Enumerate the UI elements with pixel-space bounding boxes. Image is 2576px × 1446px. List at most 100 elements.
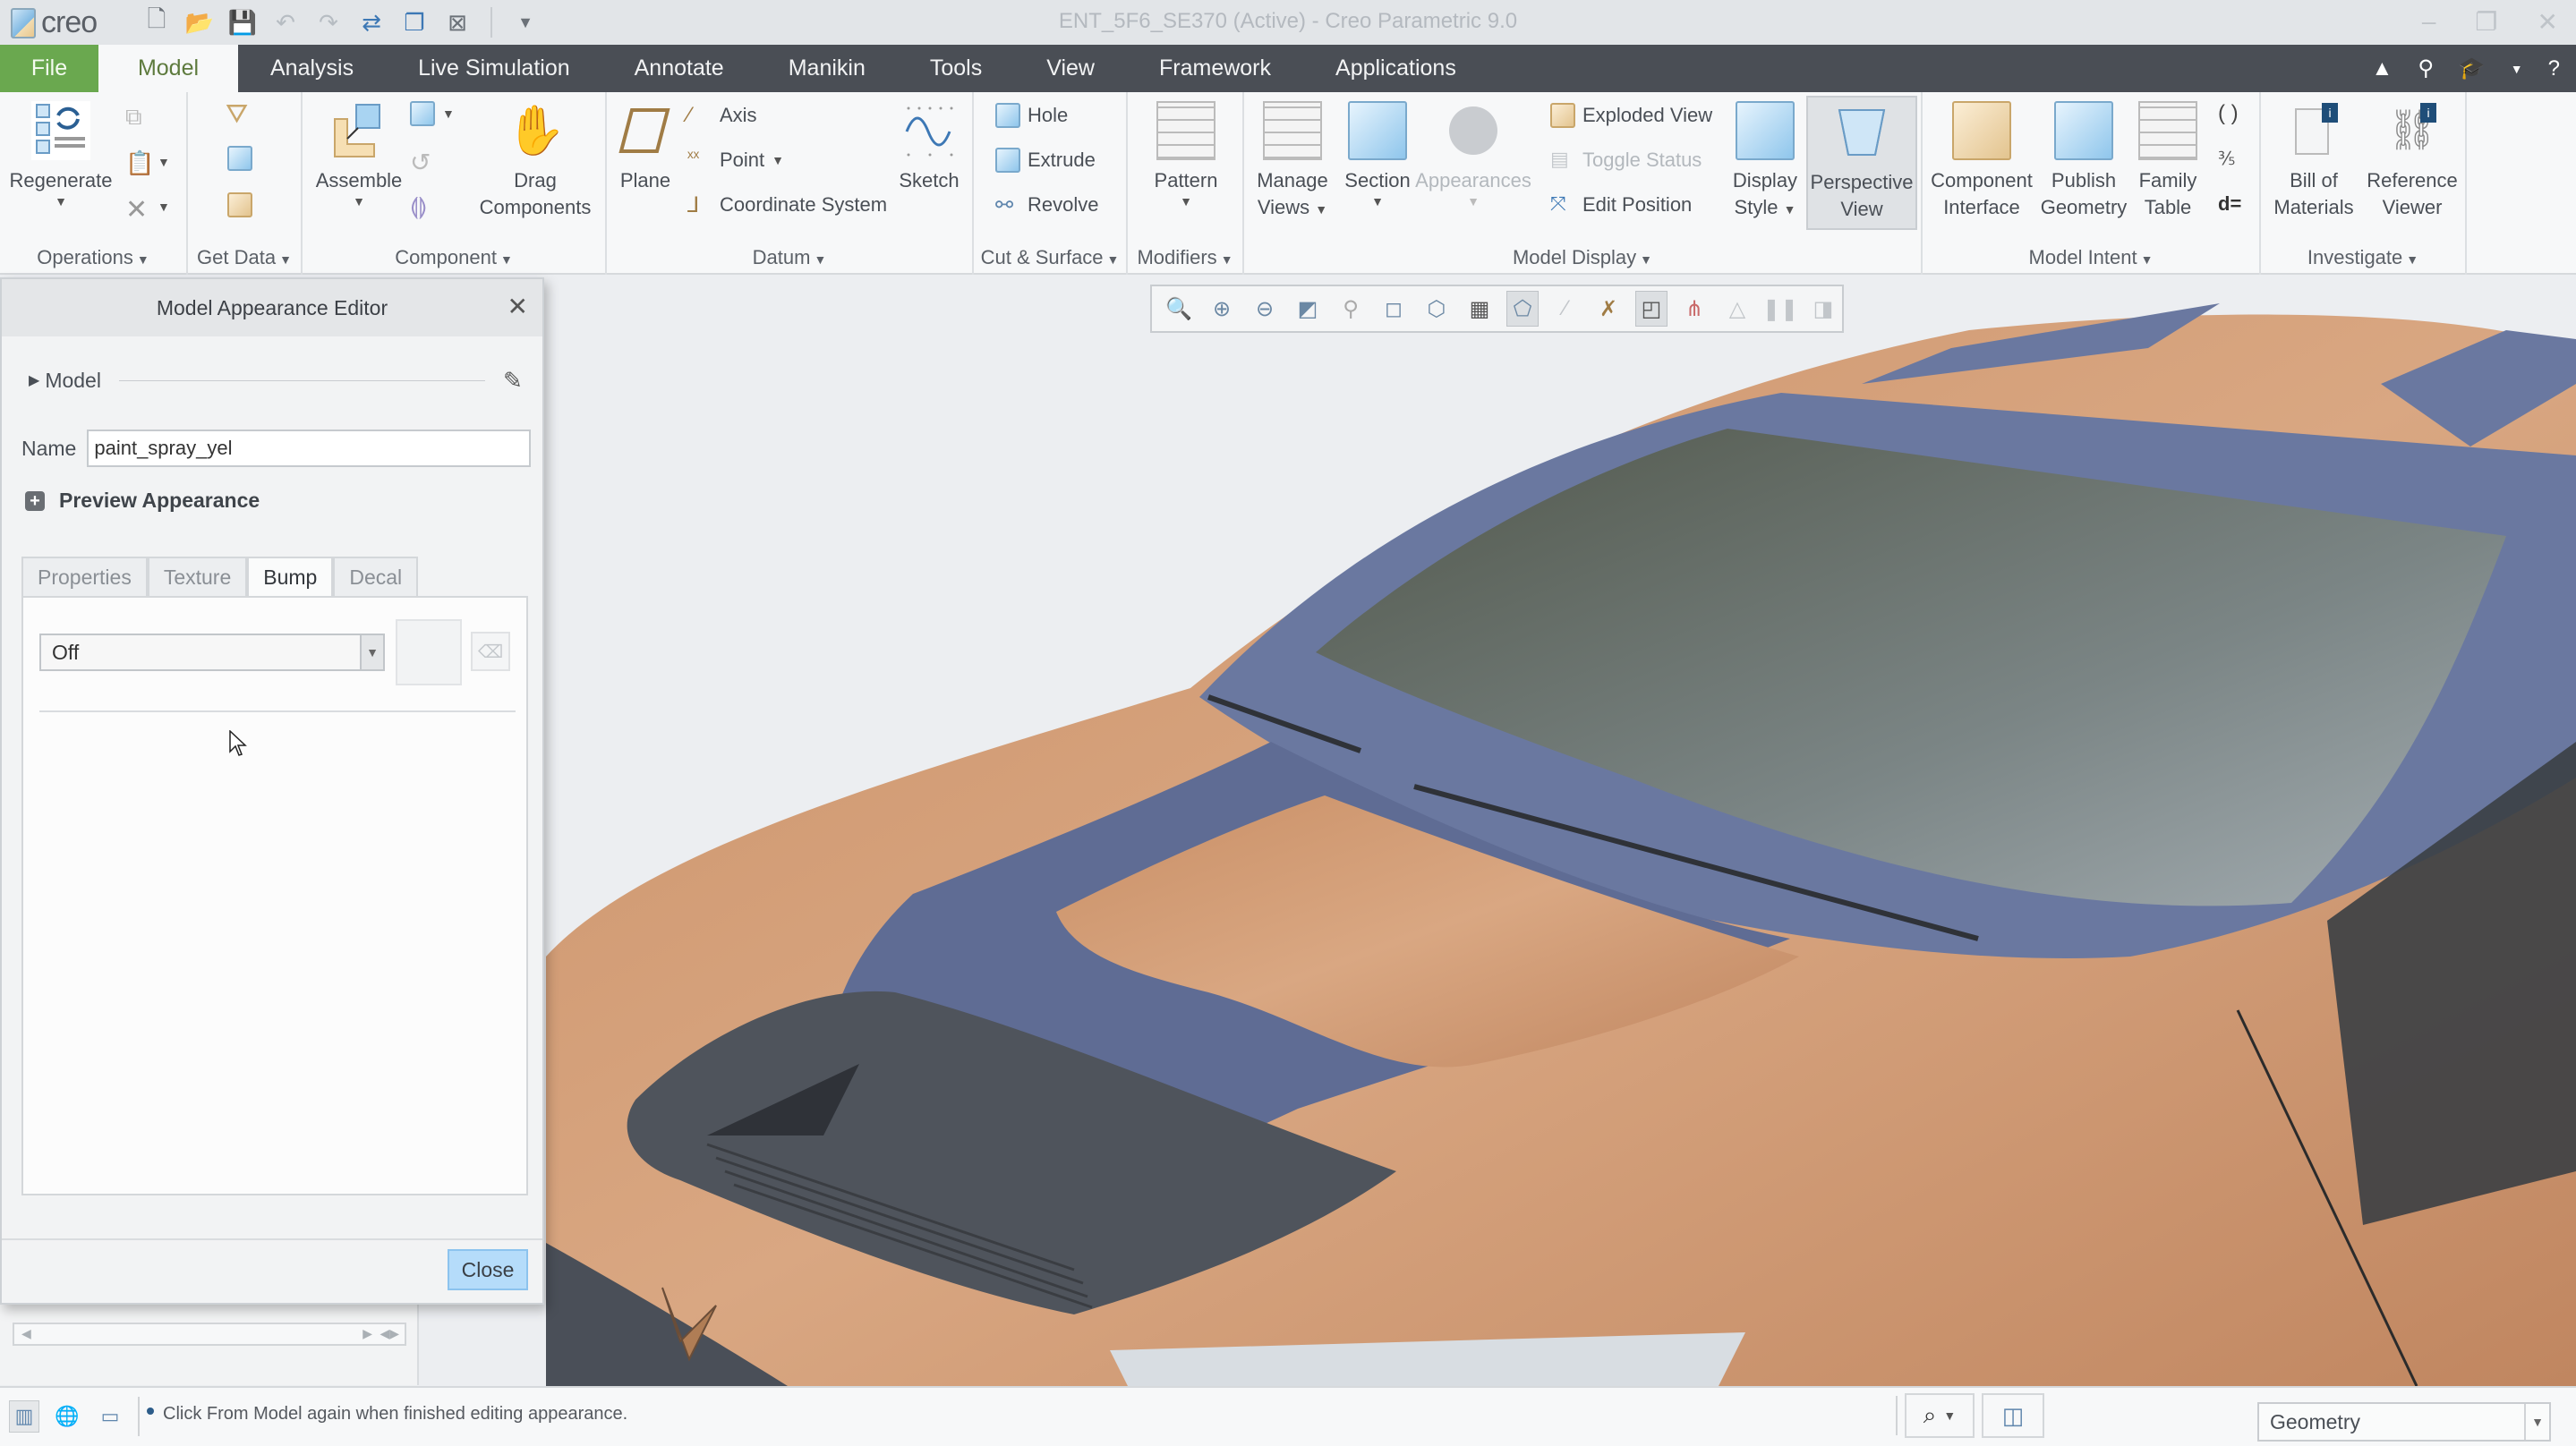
coordinate-system-button[interactable]: ⅃ Coordinate System: [687, 192, 887, 217]
learning-icon[interactable]: 🎓: [2459, 55, 2486, 81]
group-label-get-data[interactable]: Get Data ▼: [188, 246, 301, 269]
axis-button[interactable]: ⁄ Axis: [687, 103, 757, 128]
create-dropdown-icon[interactable]: ▼: [442, 106, 455, 121]
family-table-button[interactable]: Family Table: [2130, 101, 2205, 221]
sketch-button[interactable]: Sketch: [893, 101, 965, 194]
group-label-datum[interactable]: Datum ▼: [607, 246, 972, 269]
assemble-dropdown-icon[interactable]: ▼: [353, 194, 365, 208]
restore-icon[interactable]: ❐: [2475, 7, 2497, 37]
close-button[interactable]: Close: [448, 1249, 528, 1290]
point-button[interactable]: ˣˣ Point ▼: [687, 148, 784, 173]
copy-button[interactable]: ⧉: [125, 103, 150, 130]
minimize-icon[interactable]: –: [2422, 7, 2436, 37]
tab-file[interactable]: File: [0, 45, 98, 92]
redo-icon[interactable]: ↷: [315, 8, 342, 37]
hole-button[interactable]: Hole: [995, 103, 1068, 128]
repaint-icon[interactable]: ◩: [1292, 291, 1324, 327]
merge-button[interactable]: [227, 192, 252, 217]
tab-tools[interactable]: Tools: [898, 45, 1014, 92]
group-label-component[interactable]: Component ▼: [303, 246, 605, 269]
customize-icon[interactable]: ▼: [512, 8, 539, 37]
group-label-model-display[interactable]: Model Display ▼: [1244, 246, 1921, 269]
tab-texture[interactable]: Texture: [147, 557, 248, 596]
open-folder-icon[interactable]: 📂: [185, 8, 214, 37]
drag-components-button[interactable]: ✋ Drag Components: [473, 101, 598, 221]
regenerate-dropdown-icon[interactable]: ▼: [55, 194, 67, 208]
group-label-cut-surface[interactable]: Cut & Surface ▼: [974, 246, 1126, 269]
resize-handle-icon[interactable]: ◀▶: [380, 1326, 399, 1341]
perspective-view-button[interactable]: Perspective View: [1806, 96, 1917, 230]
group-label-investigate[interactable]: Investigate ▼: [2261, 246, 2465, 269]
group-label-operations[interactable]: Operations ▼: [0, 246, 186, 269]
name-input[interactable]: [87, 430, 532, 467]
regenerate-button[interactable]: Regenerate ▼: [7, 101, 115, 208]
model-section-toggle[interactable]: ▶ Model ✎: [29, 367, 530, 394]
eyedropper-icon[interactable]: ✎: [503, 367, 530, 394]
scroll-left-icon[interactable]: ◀: [21, 1326, 31, 1341]
tab-bump[interactable]: Bump: [247, 557, 334, 596]
exploded-view-button[interactable]: Exploded View: [1550, 103, 1712, 128]
tab-model[interactable]: Model: [98, 45, 238, 92]
publish-geometry-button[interactable]: Publish Geometry: [2037, 101, 2130, 221]
windows-icon[interactable]: ❐: [401, 8, 428, 37]
search-icon[interactable]: ⚲: [2418, 55, 2434, 81]
horizontal-scrollbar[interactable]: ◀ ▶ ◀▶: [13, 1323, 406, 1346]
navigator-toggle-icon[interactable]: ▥: [9, 1400, 39, 1433]
copy-geometry-button[interactable]: [227, 146, 252, 171]
tab-decal[interactable]: Decal: [333, 557, 419, 596]
point-dropdown-icon[interactable]: ▼: [772, 153, 784, 167]
revolve-button[interactable]: ⚯ Revolve: [995, 192, 1098, 217]
delete-dropdown-icon[interactable]: ▼: [158, 200, 170, 214]
repeat-button[interactable]: ↺: [410, 148, 435, 176]
simulation-icon[interactable]: △: [1721, 291, 1753, 327]
pattern-dropdown-icon[interactable]: ▼: [1180, 194, 1192, 208]
mirror-component-button[interactable]: ⟬⟭: [410, 192, 435, 219]
scroll-right-icon[interactable]: ▶: [363, 1326, 372, 1341]
regenerate-icon[interactable]: ⇄: [358, 8, 385, 37]
section-button[interactable]: Section ▼: [1337, 101, 1418, 208]
tab-annotate[interactable]: Annotate: [602, 45, 756, 92]
appearances-button[interactable]: Appearances ▼: [1415, 101, 1531, 208]
new-file-icon[interactable]: 🗋: [143, 5, 170, 37]
close-icon[interactable]: ✕: [2538, 7, 2558, 37]
display-style-dropdown-icon[interactable]: ▼: [1784, 202, 1796, 217]
pause-icon[interactable]: ❚❚: [1762, 291, 1798, 327]
create-component-button[interactable]: ▼: [410, 101, 455, 126]
find-dropdown-icon[interactable]: ▼: [1943, 1408, 1956, 1423]
appearance-editor-icon[interactable]: ◰: [1635, 291, 1668, 327]
relations-button[interactable]: d=: [2218, 192, 2243, 217]
preview-appearance-toggle[interactable]: + Preview Appearance: [25, 489, 260, 513]
tab-manikin[interactable]: Manikin: [756, 45, 898, 92]
user-defined-feature-button[interactable]: ⛛: [226, 99, 251, 129]
paste-button[interactable]: 📋 ▼: [125, 149, 170, 176]
switch-dimensions-button[interactable]: ⅗: [2218, 148, 2243, 173]
close-window-icon[interactable]: ⊠: [444, 8, 471, 37]
annotation-display-icon[interactable]: ✗: [1592, 291, 1625, 327]
display-style-icon[interactable]: ◻: [1378, 291, 1410, 327]
datum-display-icon[interactable]: ⁄: [1549, 291, 1582, 327]
manage-views-button[interactable]: Manage Views ▼: [1248, 101, 1337, 223]
pattern-button[interactable]: Pattern ▼: [1137, 101, 1235, 208]
chevron-down-icon[interactable]: ▼: [360, 635, 383, 669]
find-button[interactable]: ⌕ ▼: [1905, 1393, 1975, 1438]
section-dropdown-icon[interactable]: ▼: [1371, 194, 1384, 208]
save-icon[interactable]: 💾: [228, 8, 257, 37]
full-screen-icon[interactable]: ▭: [95, 1400, 125, 1433]
chevron-down-icon[interactable]: ▼: [2524, 1404, 2549, 1440]
collapse-ribbon-icon[interactable]: ▲: [2372, 56, 2393, 81]
zoom-in-icon[interactable]: ⊕: [1206, 291, 1238, 327]
extrude-button[interactable]: Extrude: [995, 148, 1096, 173]
tab-live-simulation[interactable]: Live Simulation: [386, 45, 602, 92]
chevron-down-icon[interactable]: ▼: [2511, 62, 2523, 76]
delete-button[interactable]: ✕ ▼: [125, 194, 170, 225]
bill-of-materials-button[interactable]: i Bill of Materials: [2265, 101, 2363, 221]
connect-icon[interactable]: ⋔: [1678, 291, 1710, 327]
display-style-button[interactable]: Display Style ▼: [1724, 101, 1806, 223]
zoom-out-icon[interactable]: ⊖: [1249, 291, 1281, 327]
tab-analysis[interactable]: Analysis: [238, 45, 386, 92]
view-manager-icon[interactable]: ▦: [1463, 291, 1496, 327]
refit-icon[interactable]: 🔍: [1163, 291, 1195, 327]
paste-dropdown-icon[interactable]: ▼: [158, 155, 170, 169]
tab-framework[interactable]: Framework: [1127, 45, 1303, 92]
edit-position-button[interactable]: ⤧ Edit Position: [1550, 192, 1692, 217]
